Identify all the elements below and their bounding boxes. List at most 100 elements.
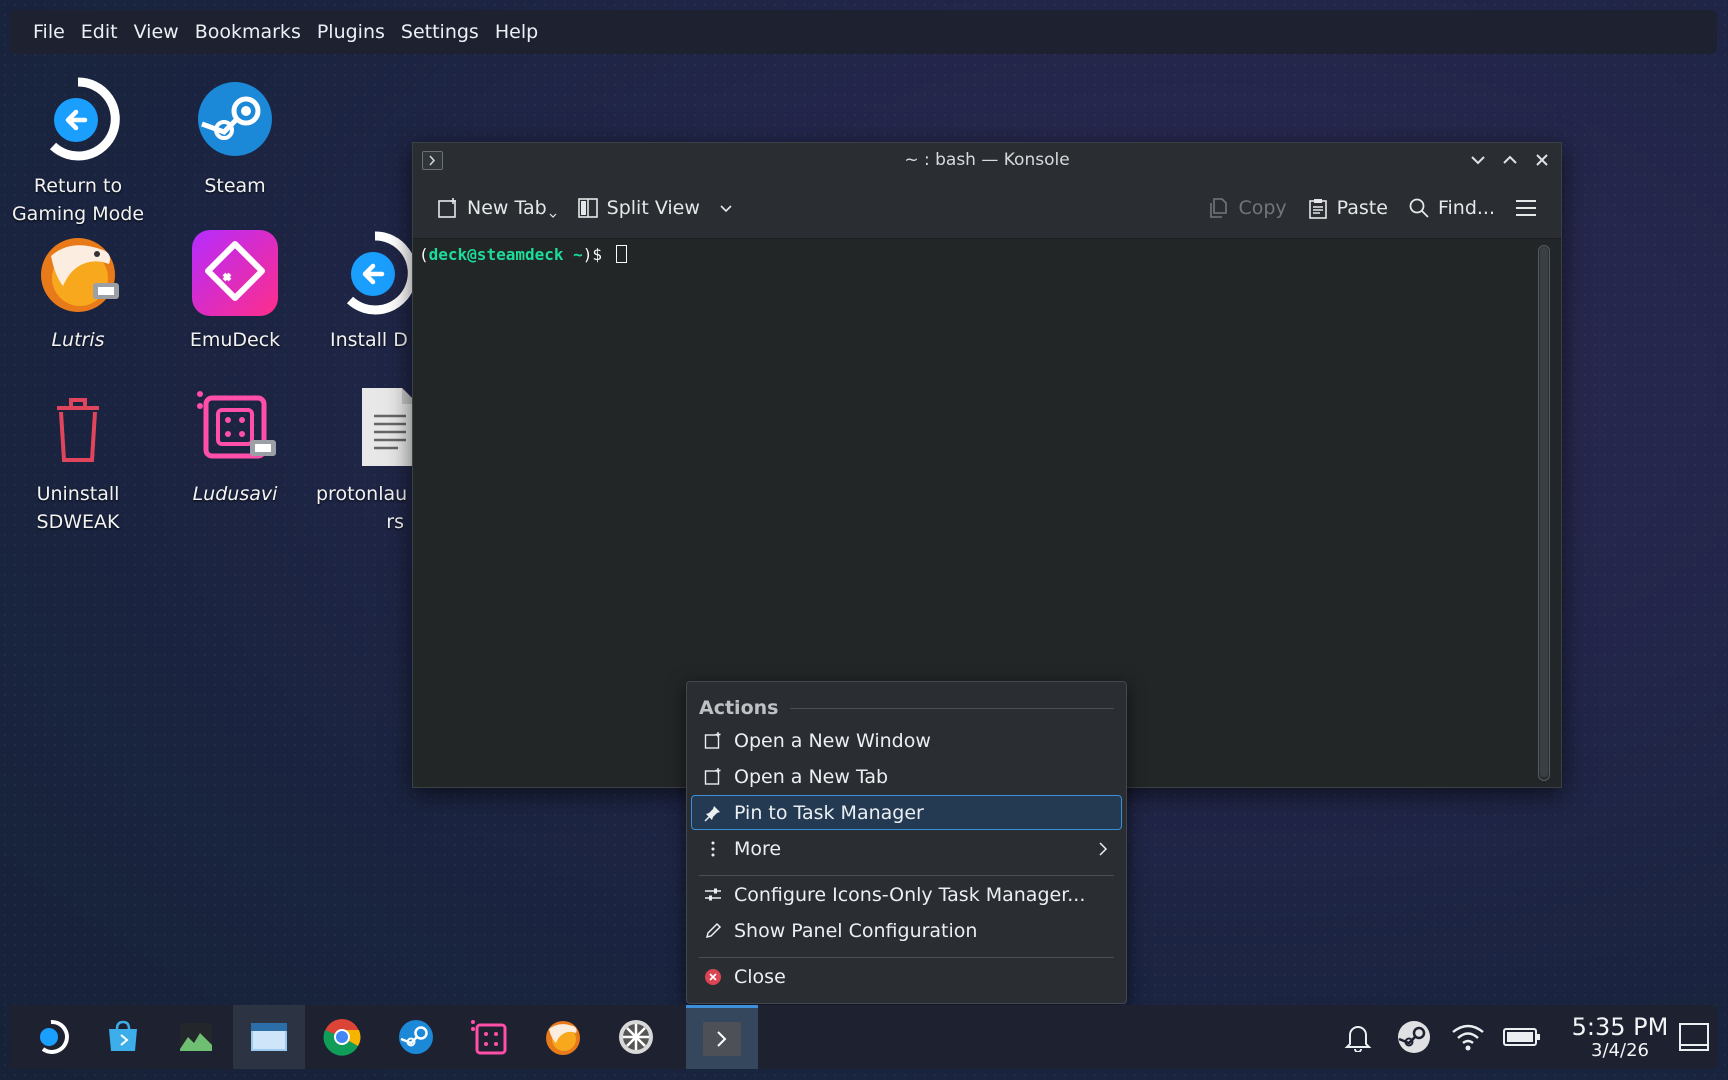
desktop-icon-label: protonlau rs (316, 483, 408, 533)
actions-section-header: Actions (699, 696, 1114, 720)
chrome-icon (323, 1019, 361, 1056)
menu-edit[interactable]: Edit (73, 10, 126, 54)
wifi-icon (1452, 1024, 1484, 1051)
battery-button[interactable] (1500, 1005, 1544, 1069)
menu-bookmarks[interactable]: Bookmarks (187, 10, 309, 54)
steamdeck-logo-icon (40, 1019, 69, 1054)
new-tab-label: New Tab (467, 196, 547, 219)
lutris-icon (546, 1021, 580, 1055)
desktop-icon-install-decky[interactable]: Install D (316, 228, 412, 354)
new-tab-button[interactable]: New Tab (427, 188, 567, 228)
global-menu-bar: File Edit View Bookmarks Plugins Setting… (10, 10, 1717, 54)
desktop-icon-label: EmuDeck (189, 329, 281, 351)
pin-icon (704, 804, 722, 822)
taskbar-lutris[interactable] (527, 1005, 599, 1069)
menu-plugins[interactable]: Plugins (309, 10, 393, 54)
desktop-icon-uninstall-sdweak[interactable]: Uninstall SDWEAK (3, 382, 153, 536)
menu-item-label: Configure Icons-Only Task Manager... (734, 883, 1086, 906)
close-icon[interactable] (1530, 148, 1554, 172)
app-launcher-button[interactable] (15, 1005, 87, 1069)
menu-help[interactable]: Help (487, 10, 546, 54)
steam-tray-icon (1398, 1021, 1430, 1053)
hamburger-menu-button[interactable] (1505, 188, 1547, 228)
desktop-icon-ludusavi[interactable]: Ludusavi (160, 382, 310, 508)
taskbar-steam[interactable] (380, 1005, 452, 1069)
maximize-icon[interactable] (1498, 148, 1522, 172)
desktop-icon-steam[interactable]: Steam (160, 74, 310, 200)
trash-icon (33, 382, 123, 472)
copy-button[interactable]: Copy (1198, 188, 1296, 228)
more-vertical-icon (704, 840, 722, 858)
menu-item-open-new-tab[interactable]: Open a New Tab (691, 759, 1122, 794)
prompt-directory: ~ (573, 245, 583, 264)
clock-date: 3/4/26 (1591, 1040, 1649, 1061)
ludusavi-icon (471, 1020, 507, 1055)
taskbar-chrome[interactable] (306, 1005, 378, 1069)
desktop-icon-return-to-gaming-mode[interactable]: Return to Gaming Mode (3, 74, 153, 228)
menu-item-open-new-window[interactable]: Open a New Window (691, 723, 1122, 758)
chevron-down-icon[interactable] (716, 198, 736, 218)
steam-tray-button[interactable] (1392, 1005, 1436, 1069)
configure-icon (704, 886, 722, 904)
menu-item-configure-task-manager[interactable]: Configure Icons-Only Task Manager... (691, 877, 1122, 912)
menu-item-label: Show Panel Configuration (734, 919, 978, 942)
steam-icon (399, 1020, 433, 1054)
digital-clock[interactable]: 5:35 PM 3/4/26 (1560, 1013, 1680, 1061)
steam-icon (190, 74, 280, 164)
minimize-icon[interactable] (1466, 148, 1490, 172)
window-titlebar[interactable]: ~ : bash — Konsole (413, 143, 1561, 177)
taskbar-app-wheel[interactable] (600, 1005, 672, 1069)
terminal-icon (703, 1021, 741, 1056)
edit-pencil-icon (704, 922, 722, 940)
konsole-toolbar: New Tab Split View Copy Paste Find... (413, 177, 1561, 239)
konsole-app-icon[interactable] (422, 151, 443, 170)
desktop-icon-emudeck[interactable]: EmuDeck (160, 228, 310, 354)
hamburger-menu-icon (1516, 199, 1536, 216)
show-desktop-button[interactable] (1674, 1005, 1714, 1069)
new-tab-icon (704, 767, 722, 786)
paste-icon (1308, 198, 1327, 219)
new-window-icon (704, 731, 722, 750)
network-button[interactable] (1446, 1005, 1490, 1069)
desktop-icon-label: Steam (204, 175, 266, 197)
desktop-icon-lutris[interactable]: Lutris (3, 228, 153, 354)
menu-item-more[interactable]: More (691, 831, 1122, 866)
copy-icon (1210, 197, 1228, 218)
discover-store-icon (109, 1020, 137, 1051)
desktop-icon-label: Uninstall SDWEAK (36, 483, 120, 533)
return-arrow-icon (330, 228, 412, 318)
menu-view[interactable]: View (126, 10, 187, 54)
taskbar-dolphin[interactable] (233, 1005, 305, 1069)
split-view-button[interactable]: Split View (567, 188, 746, 228)
prompt-user-host: deck@steamdeck (428, 245, 564, 264)
paste-button[interactable]: Paste (1297, 188, 1398, 228)
menu-settings[interactable]: Settings (393, 10, 487, 54)
scrollbar-thumb[interactable] (1540, 247, 1548, 777)
shell-prompt: (deck@steamdeck ~)$ (419, 245, 1525, 264)
taskbar-konsole[interactable] (686, 1005, 758, 1069)
chevron-right-icon (1099, 841, 1108, 856)
chevron-down-icon (549, 213, 557, 218)
menu-separator (699, 875, 1114, 876)
section-title: Actions (699, 697, 779, 719)
taskbar-system-monitor[interactable] (160, 1005, 232, 1069)
taskbar-discover[interactable] (87, 1005, 159, 1069)
menu-item-show-panel-configuration[interactable]: Show Panel Configuration (691, 913, 1122, 948)
task-manager-context-menu: Actions Open a New Window Open a New Tab… (686, 681, 1127, 1004)
taskbar-ludusavi[interactable] (453, 1005, 525, 1069)
notifications-button[interactable] (1338, 1005, 1378, 1069)
menu-item-label: Pin to Task Manager (734, 801, 924, 824)
find-label: Find... (1437, 196, 1495, 219)
prompt-symbol: )$ (582, 245, 603, 264)
split-view-label: Split View (606, 196, 700, 219)
section-divider (790, 707, 1114, 709)
ludusavi-icon (190, 382, 280, 472)
find-button[interactable]: Find... (1398, 188, 1505, 228)
menu-item-pin-to-task-manager[interactable]: Pin to Task Manager (691, 795, 1122, 830)
wheel-icon (619, 1020, 653, 1054)
desktop-icon-protonlaunchers[interactable]: protonlau rs (316, 382, 412, 536)
menu-file[interactable]: File (25, 10, 73, 54)
desktop-icon-label: Lutris (51, 329, 105, 351)
menu-item-close[interactable]: Close (691, 959, 1122, 994)
terminal-scrollbar[interactable] (1538, 245, 1550, 781)
